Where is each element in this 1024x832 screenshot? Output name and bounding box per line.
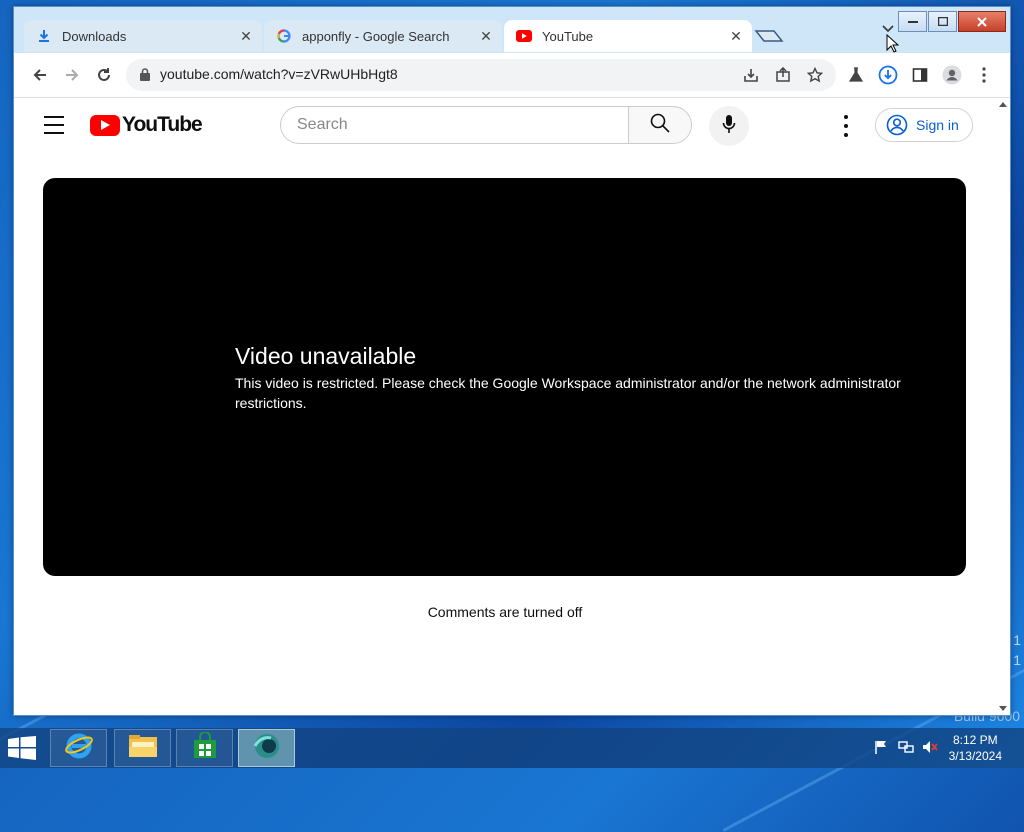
clock-date: 3/13/2024 <box>948 749 1002 763</box>
google-icon <box>276 28 292 44</box>
tab-close-button[interactable]: ✕ <box>726 28 746 45</box>
app-button[interactable] <box>238 729 295 767</box>
browser-menu-icon[interactable] <box>974 65 994 85</box>
labs-flask-icon[interactable] <box>846 65 866 85</box>
sign-in-button[interactable]: Sign in <box>875 108 973 142</box>
window-controls <box>897 11 1006 32</box>
scroll-up-arrow-icon[interactable] <box>999 102 1007 107</box>
store-icon <box>191 730 219 765</box>
minimize-button[interactable] <box>898 11 927 32</box>
maximize-button[interactable] <box>928 11 957 32</box>
tab-google-search[interactable]: apponfly - Google Search ✕ <box>264 20 502 52</box>
close-window-button[interactable] <box>958 11 1006 32</box>
system-clock[interactable]: 8:12 PM 3/13/2024 <box>949 732 1002 764</box>
settings-more-icon[interactable] <box>836 115 856 137</box>
tab-close-button[interactable]: ✕ <box>236 28 256 45</box>
video-error-title: Video unavailable <box>235 343 417 369</box>
tab-youtube[interactable]: YouTube ✕ <box>504 20 752 52</box>
browser-window: Downloads ✕ apponfly - Google Search ✕ Y… <box>13 6 1011 716</box>
reload-button[interactable] <box>94 65 114 85</box>
download-icon <box>36 28 52 44</box>
tab-label: YouTube <box>542 28 594 44</box>
tab-label: apponfly - Google Search <box>302 28 450 44</box>
internet-explorer-button[interactable] <box>50 729 107 767</box>
file-explorer-button[interactable] <box>114 729 171 767</box>
lock-icon <box>140 68 150 86</box>
voice-search-button[interactable] <box>709 106 749 146</box>
youtube-wordmark: YouTube <box>122 113 203 136</box>
volume-muted-icon[interactable] <box>922 740 938 759</box>
tab-strip: Downloads ✕ apponfly - Google Search ✕ Y… <box>14 7 1010 53</box>
search-icon <box>650 113 670 138</box>
search-button[interactable] <box>628 106 692 144</box>
search-input[interactable]: Search <box>280 106 628 144</box>
new-tab-button[interactable] <box>754 29 784 43</box>
microphone-icon <box>722 114 736 139</box>
desktop-side-text: 1 <box>1013 632 1021 648</box>
video-player[interactable]: Video unavailable This video is restrict… <box>43 178 966 576</box>
tab-downloads[interactable]: Downloads ✕ <box>24 20 262 52</box>
downloads-progress-icon[interactable] <box>878 65 898 85</box>
tab-close-button[interactable]: ✕ <box>476 28 496 45</box>
app-icon <box>251 732 283 765</box>
account-icon <box>886 114 908 136</box>
store-button[interactable] <box>176 729 233 767</box>
hamburger-menu-icon[interactable] <box>44 116 64 134</box>
taskbar: 8:12 PM 3/13/2024 <box>0 728 1024 768</box>
bookmark-star-icon[interactable] <box>806 66 824 84</box>
youtube-icon <box>516 28 532 44</box>
profile-avatar-icon[interactable] <box>942 65 962 85</box>
network-icon[interactable] <box>898 740 914 759</box>
desktop-side-text: 1 <box>1013 652 1021 668</box>
scroll-down-arrow-icon[interactable] <box>999 706 1007 711</box>
tab-label: Downloads <box>62 28 127 44</box>
forward-button[interactable] <box>62 65 82 85</box>
youtube-logo[interactable]: YouTube <box>90 113 203 137</box>
comments-status: Comments are turned off <box>427 604 583 620</box>
page-content: YouTube Search Sign in Video unavailable… <box>14 98 996 715</box>
mouse-cursor-icon <box>886 33 900 58</box>
side-panel-icon[interactable] <box>910 65 930 85</box>
browser-toolbar: youtube.com/watch?v=zVRwUHbHgt8 <box>14 53 1010 98</box>
internet-explorer-icon <box>64 731 94 766</box>
back-button[interactable] <box>30 65 50 85</box>
video-error-message: This video is restricted. Please check t… <box>235 375 901 411</box>
install-app-icon[interactable] <box>742 66 760 84</box>
clock-time: 8:12 PM <box>952 733 998 747</box>
url-text: youtube.com/watch?v=zVRwUHbHgt8 <box>160 66 398 82</box>
sign-in-label: Sign in <box>916 117 959 133</box>
youtube-play-icon <box>90 114 120 136</box>
action-center-flag-icon[interactable] <box>874 740 888 759</box>
share-icon[interactable] <box>774 66 792 84</box>
address-bar[interactable]: youtube.com/watch?v=zVRwUHbHgt8 <box>126 59 836 91</box>
start-button[interactable] <box>8 736 38 762</box>
page-scrollbar[interactable] <box>996 98 1010 715</box>
file-explorer-icon <box>128 733 158 764</box>
